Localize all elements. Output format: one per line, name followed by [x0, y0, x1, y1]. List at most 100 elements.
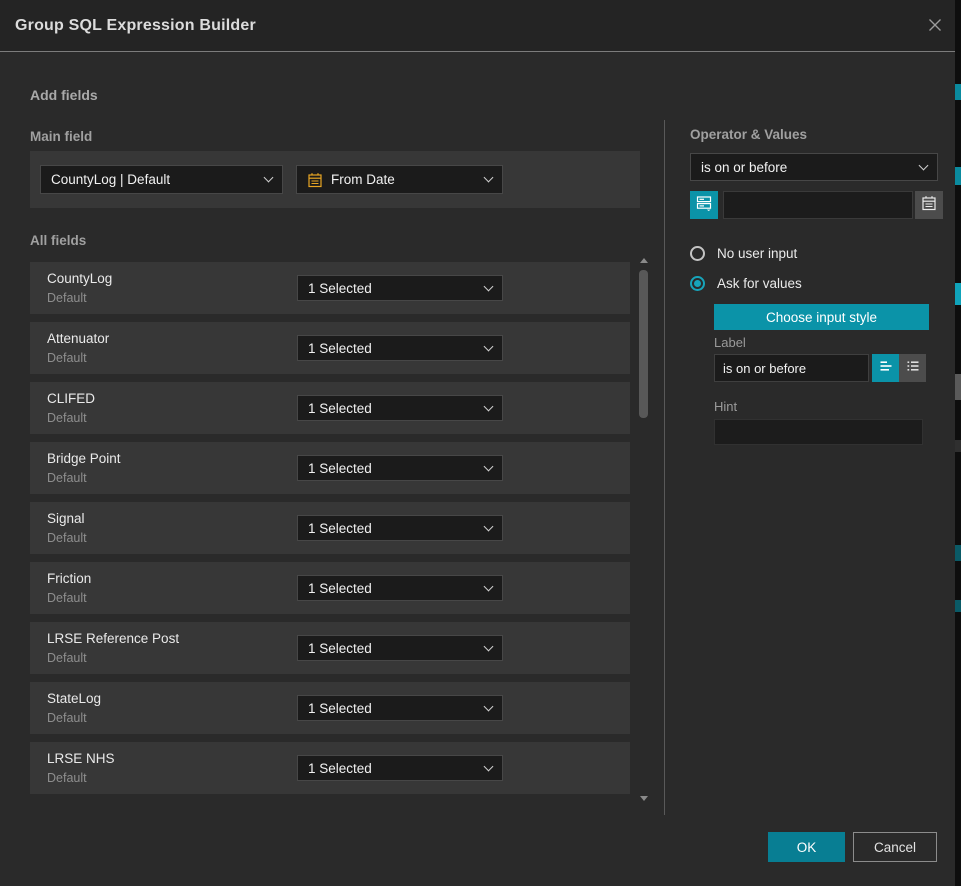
field-values-select[interactable]: 1 Selected: [297, 395, 503, 421]
radio-label: No user input: [717, 246, 797, 261]
value-input-row: [690, 191, 928, 219]
field-row: Attenuator Default 1 Selected: [30, 322, 630, 374]
field-name: LRSE Reference Post: [47, 631, 179, 646]
group-sql-expression-builder-dialog: Group SQL Expression Builder Add fields …: [0, 0, 961, 886]
bulleted-list-icon: [905, 358, 921, 379]
field-subtitle: Default: [47, 711, 87, 725]
align-left-icon: [878, 358, 894, 379]
field-values-select[interactable]: 1 Selected: [297, 335, 503, 361]
field-values-select[interactable]: 1 Selected: [297, 755, 503, 781]
label-field-label: Label: [714, 335, 746, 350]
field-row: Signal Default 1 Selected: [30, 502, 630, 554]
main-field-select-value: From Date: [331, 172, 395, 187]
calendar-icon: [921, 195, 937, 216]
background-app-fragment: [955, 440, 961, 452]
chevron-down-icon: [484, 173, 494, 183]
background-app-edge: [955, 0, 961, 886]
field-row: Friction Default 1 Selected: [30, 562, 630, 614]
field-subtitle: Default: [47, 351, 87, 365]
field-subtitle: Default: [47, 591, 87, 605]
operator-select-value: is on or before: [701, 160, 787, 175]
label-input[interactable]: [714, 354, 869, 382]
ok-button[interactable]: OK: [768, 832, 845, 862]
field-row: CountyLog Default 1 Selected: [30, 262, 630, 314]
field-values-select-value: 1 Selected: [308, 281, 372, 296]
add-fields-heading: Add fields: [30, 87, 98, 103]
all-fields-label: All fields: [30, 233, 86, 248]
field-subtitle: Default: [47, 531, 87, 545]
field-values-select[interactable]: 1 Selected: [297, 275, 503, 301]
field-values-select[interactable]: 1 Selected: [297, 575, 503, 601]
field-row: Bridge Point Default 1 Selected: [30, 442, 630, 494]
field-subtitle: Default: [47, 291, 87, 305]
value-list-icon: [696, 195, 712, 216]
chevron-down-icon: [484, 281, 494, 291]
field-values-select-value: 1 Selected: [308, 341, 372, 356]
all-fields-list: CountyLog Default 1 Selected Attenuator …: [30, 262, 630, 802]
field-subtitle: Default: [47, 651, 87, 665]
field-values-select-value: 1 Selected: [308, 761, 372, 776]
field-values-select-value: 1 Selected: [308, 401, 372, 416]
radio-label: Ask for values: [717, 276, 802, 291]
value-type-button[interactable]: [690, 191, 718, 219]
field-values-select-value: 1 Selected: [308, 521, 372, 536]
field-subtitle: Default: [47, 771, 87, 785]
scrollbar-up-arrow[interactable]: [640, 258, 648, 263]
field-name: Signal: [47, 511, 85, 526]
field-name: Friction: [47, 571, 91, 586]
radio-no-user-input[interactable]: No user input: [690, 245, 797, 261]
field-values-select[interactable]: 1 Selected: [297, 635, 503, 661]
hint-input[interactable]: [714, 419, 923, 445]
field-name: CLIFED: [47, 391, 95, 406]
background-app-fragment: [955, 283, 961, 305]
field-row: LRSE NHS Default 1 Selected: [30, 742, 630, 794]
choose-input-style-button[interactable]: Choose input style: [714, 304, 929, 330]
field-name: StateLog: [47, 691, 101, 706]
main-field-label: Main field: [30, 129, 92, 144]
scrollbar-down-arrow[interactable]: [640, 796, 648, 801]
value-date-input[interactable]: [723, 191, 913, 219]
cancel-button[interactable]: Cancel: [853, 832, 937, 862]
chevron-down-icon: [264, 173, 274, 183]
chevron-down-icon: [484, 641, 494, 651]
field-values-select-value: 1 Selected: [308, 701, 372, 716]
field-name: CountyLog: [47, 271, 112, 286]
chevron-down-icon: [484, 581, 494, 591]
operator-values-heading: Operator & Values: [690, 127, 807, 142]
calendar-icon: [307, 172, 323, 188]
dialog-title: Group SQL Expression Builder: [15, 0, 256, 52]
field-name: Bridge Point: [47, 451, 121, 466]
field-subtitle: Default: [47, 471, 87, 485]
field-values-select[interactable]: 1 Selected: [297, 455, 503, 481]
background-app-fragment: [955, 84, 961, 100]
radio-icon: [690, 276, 705, 291]
field-name: LRSE NHS: [47, 751, 115, 766]
input-style-list-button[interactable]: [899, 354, 926, 382]
layer-select-value: CountyLog | Default: [51, 172, 170, 187]
field-subtitle: Default: [47, 411, 87, 425]
field-values-select[interactable]: 1 Selected: [297, 515, 503, 541]
radio-ask-for-values[interactable]: Ask for values: [690, 275, 802, 291]
scrollbar-thumb[interactable]: [639, 270, 648, 418]
input-style-single-button[interactable]: [872, 354, 899, 382]
field-row: CLIFED Default 1 Selected: [30, 382, 630, 434]
label-input-row: [714, 354, 927, 382]
background-app-fragment: [955, 167, 961, 185]
chevron-down-icon: [484, 401, 494, 411]
layer-select[interactable]: CountyLog | Default: [40, 165, 283, 194]
chevron-down-icon: [484, 701, 494, 711]
field-values-select[interactable]: 1 Selected: [297, 695, 503, 721]
hint-field-label: Hint: [714, 399, 737, 414]
chevron-down-icon: [484, 461, 494, 471]
chevron-down-icon: [919, 160, 929, 170]
chevron-down-icon: [484, 521, 494, 531]
operator-select[interactable]: is on or before: [690, 153, 938, 181]
close-button[interactable]: [925, 17, 945, 37]
field-values-select-value: 1 Selected: [308, 461, 372, 476]
dialog-titlebar: Group SQL Expression Builder: [0, 0, 955, 52]
main-field-select[interactable]: From Date: [296, 165, 503, 194]
main-field-panel: CountyLog | Default From Date: [30, 151, 640, 208]
date-picker-button[interactable]: [915, 191, 943, 219]
background-app-fragment: [955, 374, 961, 400]
chevron-down-icon: [484, 761, 494, 771]
